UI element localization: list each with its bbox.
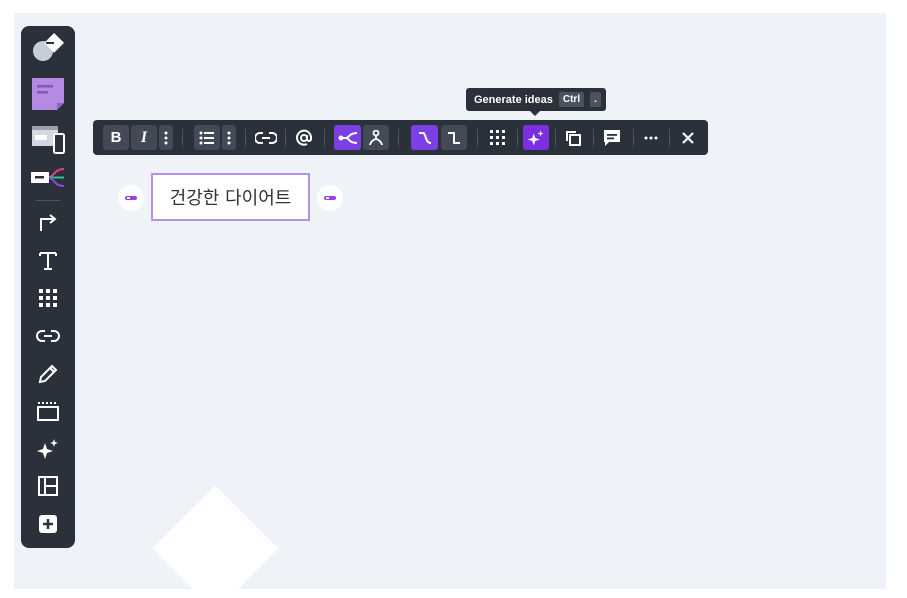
pen-icon [38, 364, 58, 384]
vertical-dots-icon [164, 131, 168, 144]
italic-button[interactable]: I [131, 125, 157, 150]
comment-icon [604, 129, 620, 146]
toolbar-divider [285, 129, 286, 147]
connector-button[interactable] [29, 207, 67, 239]
bullet-list-button[interactable] [194, 125, 220, 150]
mention-button[interactable] [291, 125, 317, 150]
generate-ideas-tooltip: Generate ideas Ctrl . [466, 88, 606, 116]
branch-right-icon [338, 131, 357, 144]
toolbar-divider [669, 129, 670, 147]
at-sign-icon [296, 129, 313, 146]
toolbar-divider [517, 129, 518, 147]
branch-down-icon [369, 129, 383, 145]
close-icon [682, 131, 694, 144]
curved-line-icon [418, 131, 431, 144]
layout-icon [38, 476, 58, 496]
sticky-note-button[interactable] [29, 78, 67, 110]
frame-icon [37, 402, 59, 421]
text-icon [39, 252, 57, 270]
ai-sparkle-icon [527, 130, 544, 145]
mindmap-node[interactable]: 건강한 다이어트 [151, 173, 310, 221]
sticky-note-icon [32, 78, 64, 110]
toolbar-divider [633, 129, 634, 147]
link-button[interactable] [29, 320, 67, 352]
frame-button[interactable] [29, 395, 67, 427]
insert-link-button[interactable] [253, 125, 279, 150]
toolbar-divider [555, 129, 556, 147]
layout-button[interactable] [29, 470, 67, 502]
handle-bar [125, 196, 137, 200]
comment-button[interactable] [599, 125, 625, 150]
layout-grid-button[interactable] [485, 125, 511, 150]
add-more-button[interactable] [29, 508, 67, 540]
bold-label: B [110, 129, 122, 146]
toolbar-divider [398, 129, 399, 147]
elbow-line-icon [448, 131, 460, 144]
generate-ideas-button[interactable] [523, 125, 549, 150]
bullet-list-icon [199, 131, 214, 144]
node-text: 건강한 다이어트 [169, 188, 292, 209]
sidebar-divider [35, 200, 61, 201]
toolbar-divider [245, 129, 246, 147]
elbow-line-button[interactable] [441, 125, 467, 150]
shapes-icon [33, 32, 65, 61]
duplicate-icon [566, 130, 581, 146]
more-options-button[interactable] [638, 125, 664, 150]
shapes-button[interactable] [29, 32, 67, 64]
connector-arrow-icon [40, 214, 57, 231]
duplicate-button[interactable] [560, 125, 586, 150]
toolbar-divider [182, 129, 183, 147]
more-horizontal-icon [644, 136, 658, 139]
link-icon [36, 330, 60, 342]
bold-button[interactable]: B [103, 125, 129, 150]
mindmap-branch-right-button[interactable] [334, 125, 361, 150]
text-button[interactable] [29, 245, 67, 277]
add-node-left-handle[interactable] [118, 185, 144, 211]
italic-label: I [140, 128, 148, 146]
vertical-dots-icon [227, 131, 231, 144]
curved-line-button[interactable] [411, 125, 438, 150]
toolbar-divider [593, 129, 594, 147]
diamond-shape[interactable] [152, 485, 279, 589]
pen-button[interactable] [29, 358, 67, 390]
ai-sparkle-icon [37, 439, 58, 459]
shortcut-key-ctrl: Ctrl [558, 92, 585, 107]
text-options-button[interactable] [159, 125, 173, 150]
add-node-right-handle[interactable] [317, 185, 343, 211]
left-toolbar [21, 26, 75, 548]
grid-icon [39, 289, 57, 307]
context-toolbar: B I [93, 120, 708, 155]
list-options-button[interactable] [222, 125, 236, 150]
tooltip-label: Generate ideas [474, 93, 553, 106]
handle-bar [324, 196, 336, 200]
ai-button[interactable] [29, 433, 67, 465]
add-more-icon [39, 515, 57, 533]
mindmap-branch-down-button[interactable] [363, 125, 389, 150]
link-icon [255, 131, 277, 144]
close-toolbar-button[interactable] [675, 125, 701, 150]
mindmap-icon [31, 168, 65, 187]
dot-grid-icon [490, 129, 505, 145]
shortcut-key-period: . [590, 92, 601, 107]
toolbar-divider [324, 129, 325, 147]
canvas-clip [14, 13, 886, 589]
wireframe-icon [32, 126, 65, 154]
mindmap-button[interactable] [29, 162, 67, 194]
wireframe-button[interactable] [29, 123, 67, 155]
table-button[interactable] [29, 282, 67, 314]
toolbar-divider [477, 129, 478, 147]
